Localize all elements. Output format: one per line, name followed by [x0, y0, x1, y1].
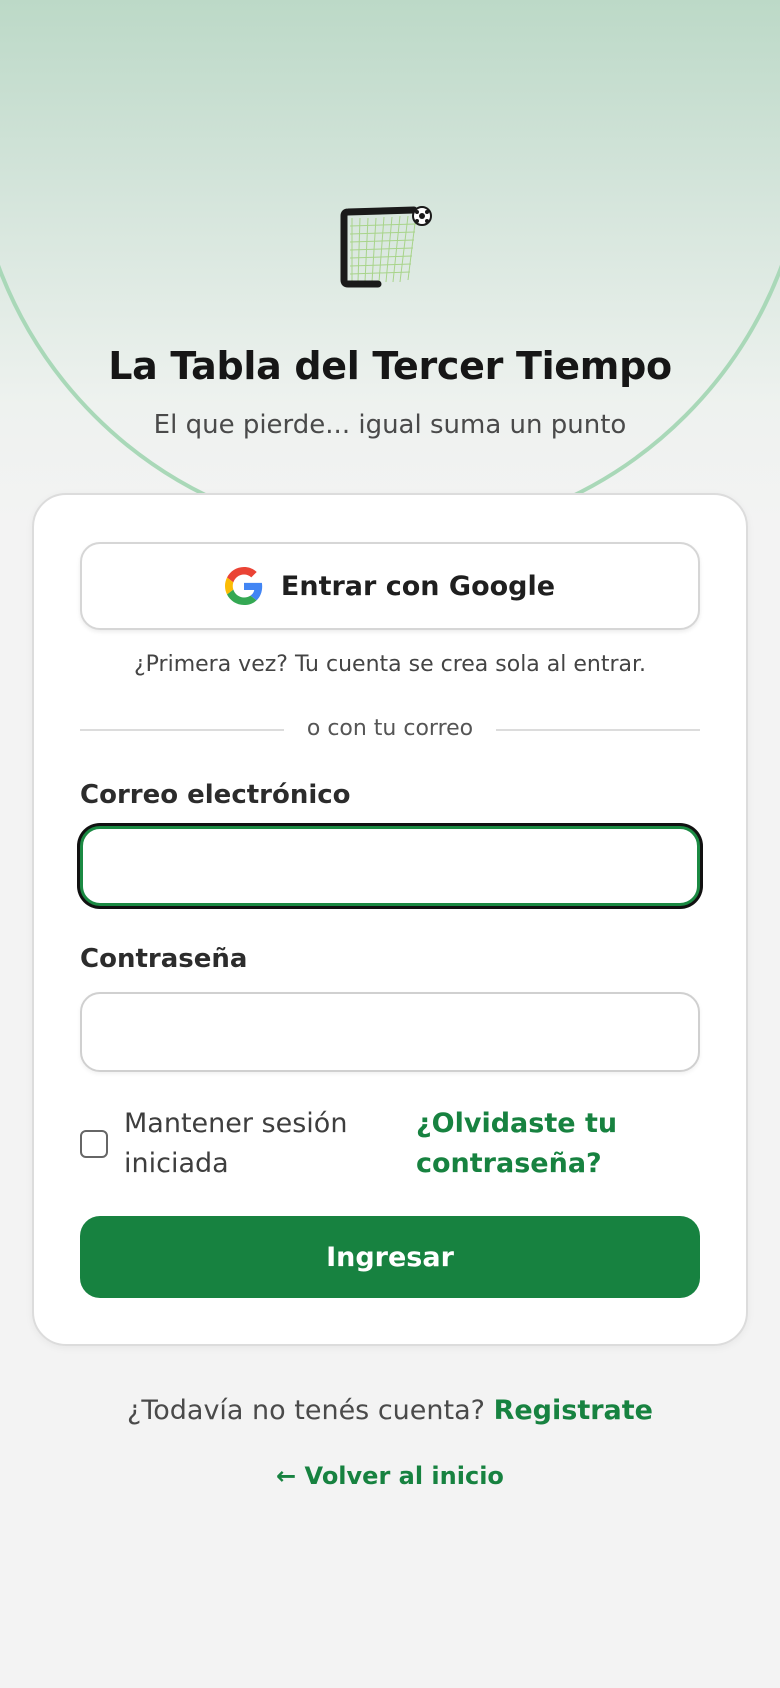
google-signin-label: Entrar con Google: [280, 570, 556, 602]
email-field[interactable]: [80, 826, 700, 906]
password-label: Contraseña: [80, 944, 248, 974]
first-time-hint: ¿Primera vez? Tu cuenta se crea sola al …: [133, 652, 647, 677]
google-g-icon: [224, 567, 263, 605]
remember-checkbox[interactable]: [80, 1130, 108, 1158]
submit-label: Ingresar: [326, 1241, 454, 1273]
forgot-password-link[interactable]: ¿Olvidaste tu contraseña?: [416, 1104, 676, 1184]
page-subtitle: El que pierde... igual suma un punto: [153, 410, 627, 440]
remember-label[interactable]: Mantener sesión iniciada: [124, 1104, 384, 1184]
soccer-goal-icon: [340, 206, 432, 288]
register-link[interactable]: Registrate: [494, 1395, 653, 1426]
google-signin-button[interactable]: Entrar con Google: [80, 542, 700, 630]
email-label: Correo electrónico: [80, 780, 351, 810]
or-divider: o con tu correo: [80, 716, 700, 744]
page-title: La Tabla del Tercer Tiempo: [108, 344, 672, 388]
back-home-link[interactable]: ← Volver al inicio: [0, 1462, 780, 1490]
no-account-text: ¿Todavía no tenés cuenta?: [127, 1395, 485, 1426]
register-prompt: ¿Todavía no tenés cuenta? Registrate: [0, 1395, 780, 1426]
password-field[interactable]: [80, 992, 700, 1072]
login-submit-button[interactable]: Ingresar: [80, 1216, 700, 1298]
divider-line-right: [496, 729, 700, 731]
